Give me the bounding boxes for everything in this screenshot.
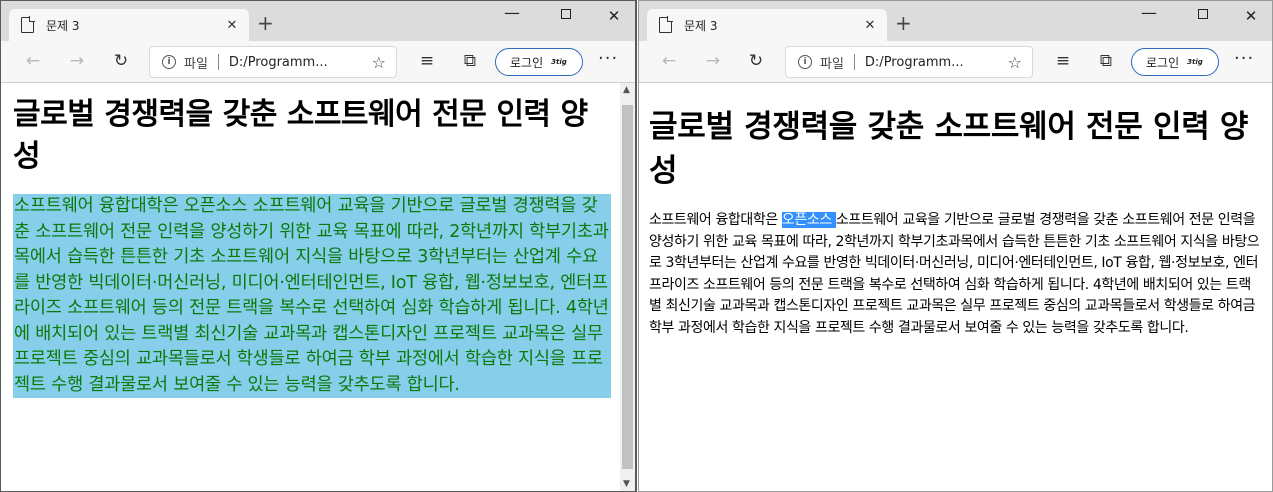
paragraph-text-start: 소프트웨어 융합대학은 bbox=[649, 212, 782, 228]
page-content: 글로벌 경쟁력을 갖춘 소프트웨어 전문 인력 양성 소프트웨어 융합대학은 오… bbox=[1, 83, 620, 491]
address-scheme-label: 파일 bbox=[820, 56, 844, 72]
profile-avatar: 3tig bbox=[1187, 58, 1203, 66]
window-close-button[interactable]: ✕ bbox=[1236, 7, 1266, 25]
toolbar: ← → ↻ i 파일 D:/Programm... ☆ ≡ ⧉ 로그인 3tig… bbox=[639, 41, 1272, 83]
back-icon[interactable]: ← bbox=[21, 51, 45, 71]
collections-icon[interactable]: ⧉ bbox=[458, 51, 482, 71]
paragraph-text-rest: 소프트웨어 교육을 기반으로 글로벌 경쟁력을 갖춘 소프트웨어 전문 인력을 … bbox=[649, 212, 1260, 336]
document-icon bbox=[21, 16, 35, 33]
more-menu-icon[interactable]: ··· bbox=[598, 48, 618, 69]
collections-icon[interactable]: ⧉ bbox=[1094, 51, 1118, 71]
tab-close-icon[interactable]: ✕ bbox=[221, 18, 243, 33]
address-bar[interactable]: i 파일 D:/Programm... ☆ bbox=[149, 46, 397, 78]
address-url[interactable]: D:/Programm... bbox=[865, 55, 983, 70]
tab-title: 문제 3 bbox=[46, 18, 80, 33]
login-label: 로그인 bbox=[1146, 55, 1180, 70]
plain-paragraph: 소프트웨어 융합대학은 오픈소스 소프트웨어 교육을 기반으로 글로벌 경쟁력을… bbox=[649, 210, 1261, 339]
page-heading: 글로벌 경쟁력을 갖춘 소프트웨어 전문 인력 양성 bbox=[13, 97, 588, 174]
styled-paragraph: 소프트웨어 융합대학은 오픈소스 소프트웨어 교육을 기반으로 글로벌 경쟁력을… bbox=[13, 194, 611, 398]
favorites-bar-icon[interactable]: ≡ bbox=[415, 51, 439, 71]
add-favorite-icon[interactable]: ☆ bbox=[1008, 53, 1022, 72]
more-menu-icon[interactable]: ··· bbox=[1234, 48, 1254, 69]
browser-window-right: 문제 3 ✕ + — ✕ ← → ↻ i 파일 D:/Programm... ☆… bbox=[638, 0, 1273, 492]
tab-title: 문제 3 bbox=[684, 18, 718, 33]
new-tab-button[interactable]: + bbox=[895, 13, 912, 33]
add-favorite-icon[interactable]: ☆ bbox=[372, 53, 386, 72]
selected-text: 오픈소스 bbox=[781, 212, 836, 228]
forward-icon[interactable]: → bbox=[701, 51, 725, 71]
browser-tab[interactable]: 문제 3 ✕ bbox=[9, 9, 249, 41]
page-content: 글로벌 경쟁력을 갖춘 소프트웨어 전문 인력 양성 소프트웨어 융합대학은 오… bbox=[639, 83, 1272, 491]
window-close-button[interactable]: ✕ bbox=[599, 7, 629, 25]
favorites-bar-icon[interactable]: ≡ bbox=[1051, 51, 1075, 71]
back-icon[interactable]: ← bbox=[657, 51, 681, 71]
page-heading: 글로벌 경쟁력을 갖춘 소프트웨어 전문 인력 양성 bbox=[649, 109, 1249, 189]
tab-close-icon[interactable]: ✕ bbox=[859, 18, 881, 33]
document-icon bbox=[659, 16, 673, 33]
login-button[interactable]: 로그인 3tig bbox=[1131, 48, 1219, 76]
address-url[interactable]: D:/Programm... bbox=[229, 55, 347, 70]
title-bar: 문제 3 ✕ + — ✕ bbox=[1, 1, 635, 41]
refresh-icon[interactable]: ↻ bbox=[744, 51, 768, 71]
forward-icon[interactable]: → bbox=[65, 51, 89, 71]
address-divider bbox=[217, 54, 219, 70]
maximize-button[interactable] bbox=[551, 7, 581, 23]
address-scheme-label: 파일 bbox=[184, 56, 208, 72]
scroll-up-icon[interactable]: ▲ bbox=[623, 85, 630, 95]
refresh-icon[interactable]: ↻ bbox=[109, 51, 133, 71]
new-tab-button[interactable]: + bbox=[257, 13, 274, 33]
scrollbar-thumb[interactable] bbox=[622, 105, 633, 469]
vertical-scrollbar[interactable]: ▲ ▼ bbox=[620, 83, 635, 491]
maximize-button[interactable] bbox=[1188, 7, 1218, 23]
browser-tab[interactable]: 문제 3 ✕ bbox=[647, 9, 887, 41]
profile-avatar: 3tig bbox=[551, 58, 567, 66]
toolbar: ← → ↻ i 파일 D:/Programm... ☆ ≡ ⧉ 로그인 3tig… bbox=[1, 41, 635, 83]
info-icon[interactable]: i bbox=[798, 55, 812, 69]
login-button[interactable]: 로그인 3tig bbox=[495, 48, 583, 76]
minimize-button[interactable]: — bbox=[497, 3, 527, 22]
scroll-down-icon[interactable]: ▼ bbox=[623, 479, 630, 489]
address-divider bbox=[853, 54, 855, 70]
login-label: 로그인 bbox=[510, 55, 544, 70]
address-bar[interactable]: i 파일 D:/Programm... ☆ bbox=[785, 46, 1033, 78]
browser-window-left: 문제 3 ✕ + — ✕ ← → ↻ i 파일 D:/Programm... ☆… bbox=[0, 0, 637, 492]
minimize-button[interactable]: — bbox=[1134, 3, 1164, 22]
info-icon[interactable]: i bbox=[162, 55, 176, 69]
title-bar: 문제 3 ✕ + — ✕ bbox=[639, 1, 1272, 41]
